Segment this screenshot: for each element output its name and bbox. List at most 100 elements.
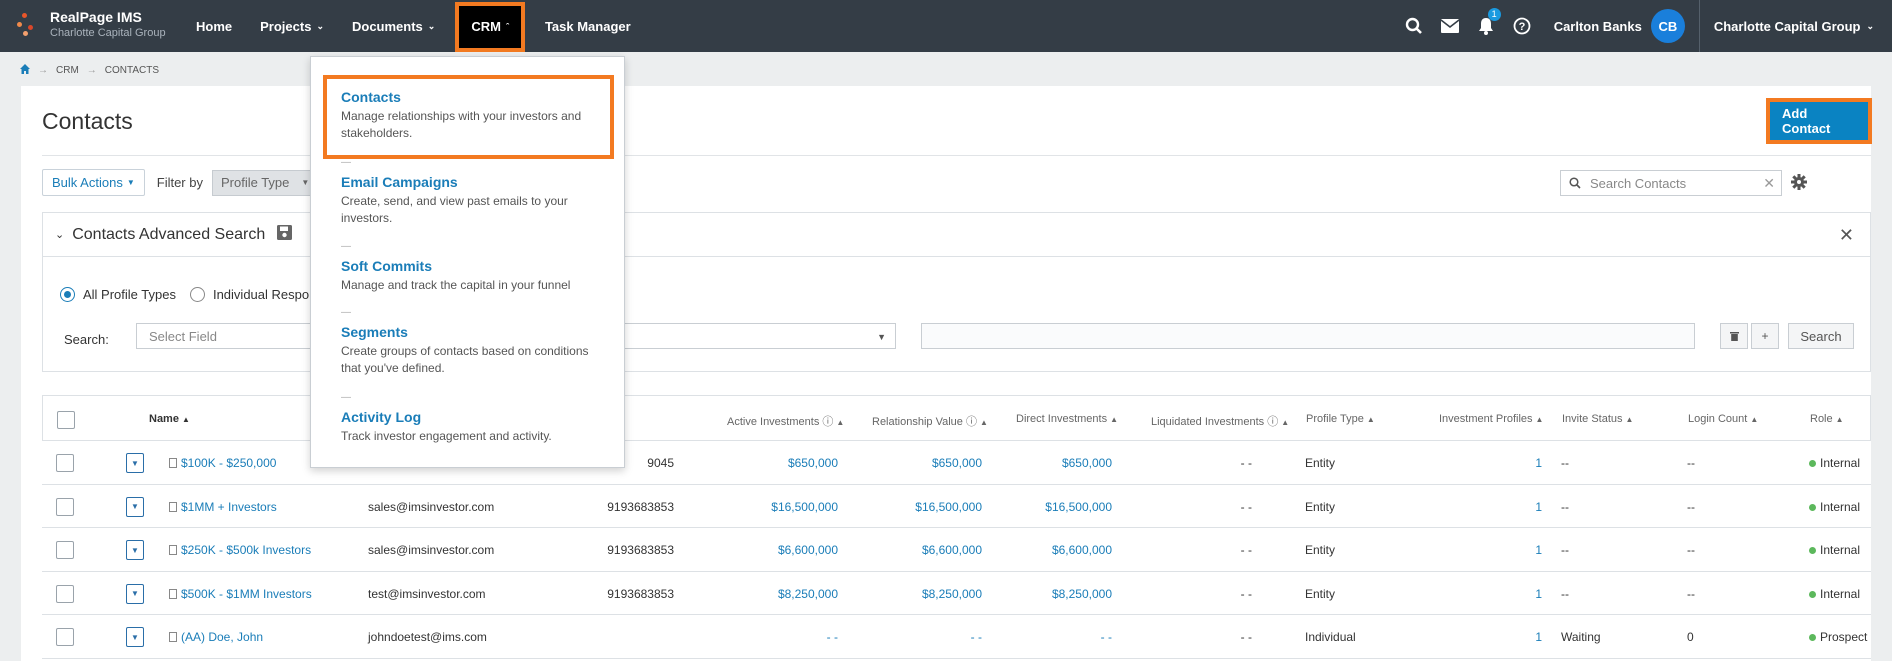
- nav-crm[interactable]: CRM ˆ: [455, 1, 525, 52]
- column-header-invite-status[interactable]: Invite Status ▲: [1562, 413, 1633, 425]
- profile-type-select[interactable]: Profile Type ▼: [211, 169, 319, 196]
- active-investments-cell[interactable]: $6,600,000: [722, 543, 838, 557]
- breadcrumb-crm[interactable]: CRM: [56, 65, 79, 76]
- table-row[interactable]: ▼ $1MM + Investors sales@imsinvestor.com 91…: [42, 485, 1871, 528]
- contact-name-link[interactable]: $500K - $1MM Investors: [181, 587, 312, 601]
- column-header-name[interactable]: Name ▲: [149, 413, 190, 425]
- menu-item-segments[interactable]: Segments Create groups of contacts based…: [341, 323, 611, 377]
- brand[interactable]: RealPage IMS Charlotte Capital Group: [50, 9, 166, 41]
- radio-all-profile-types[interactable]: [60, 287, 75, 302]
- role-label: Prospect: [1820, 630, 1868, 644]
- column-header-login-count[interactable]: Login Count ▲: [1688, 413, 1758, 425]
- column-name-label: Name: [149, 413, 179, 425]
- contact-name-link[interactable]: $1MM + Investors: [181, 500, 277, 514]
- table-row[interactable]: ▼ $250K - $500k Investors sales@imsinvesto…: [42, 528, 1871, 572]
- chevron-down-icon: ⌄: [55, 229, 65, 241]
- row-actions-button[interactable]: ▼: [126, 496, 144, 517]
- direct-investments-cell[interactable]: $16,500,000: [992, 500, 1112, 514]
- search-input[interactable]: Search Contacts ✕: [1560, 170, 1782, 196]
- advanced-search-button[interactable]: Search: [1788, 323, 1854, 349]
- bulk-actions-button[interactable]: Bulk Actions ▼: [42, 169, 145, 196]
- select-all-checkbox[interactable]: [57, 411, 75, 429]
- column-header-investment-profiles[interactable]: Investment Profiles ▲: [1439, 413, 1543, 425]
- realpage-logo-icon[interactable]: [17, 9, 44, 39]
- row-checkbox[interactable]: [56, 628, 74, 646]
- clear-icon[interactable]: ✕: [1763, 175, 1775, 192]
- contact-name-cell[interactable]: $1MM + Investors: [169, 500, 277, 514]
- contact-name-cell[interactable]: $500K - $1MM Investors: [169, 587, 312, 601]
- row-checkbox[interactable]: [56, 454, 74, 472]
- menu-item-contacts[interactable]: Contacts Manage relationships with your …: [341, 88, 611, 142]
- contact-name-link[interactable]: (AA) Doe, John: [181, 630, 263, 644]
- active-investments-cell[interactable]: - -: [722, 630, 838, 644]
- menu-item-activity-log[interactable]: Activity Log Track investor engagement a…: [341, 408, 611, 445]
- contact-name-link[interactable]: $100K - $250,000: [181, 456, 276, 470]
- column-header-active-investments[interactable]: Active Investments ⓘ ▲: [727, 413, 844, 429]
- row-checkbox[interactable]: [56, 584, 74, 603]
- person-icon: [169, 632, 177, 642]
- table-row[interactable]: ▼ (AA) Doe, John johndoetest@ims.com - - - -…: [42, 615, 1871, 659]
- relationship-value-cell[interactable]: $16,500,000: [862, 500, 982, 514]
- nav-projects[interactable]: Projects ⌄: [246, 0, 338, 52]
- close-icon[interactable]: ✕: [1839, 225, 1854, 246]
- table-row[interactable]: ▼ $500K - $1MM Investors test@imsinvestor.…: [42, 572, 1871, 615]
- row-actions-button[interactable]: ▼: [126, 627, 144, 647]
- delete-criteria-button[interactable]: [1720, 323, 1748, 349]
- direct-investments-cell[interactable]: $8,250,000: [992, 587, 1112, 601]
- radio-individual-label: Individual Respo: [212, 287, 310, 302]
- direct-investments-cell[interactable]: - -: [992, 630, 1112, 644]
- search-icon[interactable]: [1396, 17, 1432, 35]
- avatar[interactable]: CB: [1650, 9, 1685, 43]
- row-checkbox[interactable]: [56, 497, 74, 516]
- mail-icon[interactable]: [1432, 19, 1468, 33]
- column-header-profile-type[interactable]: Profile Type ▲: [1306, 413, 1375, 425]
- nav-task-manager[interactable]: Task Manager: [531, 0, 645, 52]
- contact-name-link[interactable]: $250K - $500k Investors: [181, 543, 311, 557]
- active-investments-cell[interactable]: $650,000: [722, 456, 838, 470]
- radio-individual[interactable]: [189, 287, 205, 302]
- row-actions-button[interactable]: ▼: [126, 583, 144, 604]
- row-actions-button[interactable]: ▼: [126, 453, 144, 473]
- chevron-down-icon: ▼: [126, 178, 135, 187]
- breadcrumb-contacts: CONTACTS: [104, 65, 160, 76]
- org-switcher[interactable]: Charlotte Capital Group ⌄: [1700, 19, 1892, 34]
- investment-profiles-cell[interactable]: 1: [1442, 500, 1542, 514]
- gear-icon[interactable]: [1791, 174, 1807, 193]
- column-header-role[interactable]: Role ▲: [1810, 413, 1844, 425]
- row-actions-button[interactable]: ▼: [126, 540, 144, 560]
- chevron-down-icon: ▼: [301, 178, 310, 187]
- investment-profiles-cell[interactable]: 1: [1442, 543, 1542, 557]
- relationship-value-cell[interactable]: $6,600,000: [862, 543, 982, 557]
- email-cell: johndoetest@ims.com: [368, 630, 487, 644]
- direct-investments-cell[interactable]: $6,600,000: [992, 543, 1112, 557]
- nav-documents[interactable]: Documents ⌄: [338, 0, 449, 52]
- investment-profiles-cell[interactable]: 1: [1442, 587, 1542, 601]
- profile-type-cell: Entity: [1305, 499, 1336, 514]
- relationship-value-cell[interactable]: $8,250,000: [862, 587, 982, 601]
- contact-name-cell[interactable]: $250K - $500k Investors: [169, 543, 311, 557]
- help-icon[interactable]: ?: [1504, 17, 1540, 35]
- investment-profiles-cell[interactable]: 1: [1442, 630, 1542, 644]
- column-header-direct-investments[interactable]: Direct Investments ▲: [1016, 413, 1118, 425]
- active-investments-cell[interactable]: $8,250,000: [722, 587, 838, 601]
- user-name[interactable]: Carlton Banks: [1554, 19, 1642, 34]
- save-icon[interactable]: [277, 224, 293, 245]
- column-header-liquidated-investments[interactable]: Liquidated Investments ⓘ ▲: [1151, 413, 1289, 429]
- menu-item-email-campaigns[interactable]: Email Campaigns Create, send, and view p…: [341, 173, 611, 227]
- add-contact-button[interactable]: Add Contact: [1770, 102, 1868, 140]
- contact-name-cell[interactable]: (AA) Doe, John: [169, 630, 263, 644]
- direct-investments-cell[interactable]: $650,000: [992, 456, 1112, 470]
- relationship-value-cell[interactable]: $650,000: [862, 456, 982, 470]
- menu-item-soft-commits[interactable]: Soft Commits Manage and track the capita…: [341, 257, 611, 294]
- bell-icon[interactable]: 1: [1468, 8, 1504, 35]
- home-icon[interactable]: [20, 64, 30, 77]
- column-header-relationship-value[interactable]: Relationship Value ⓘ ▲: [872, 413, 988, 429]
- contact-name-cell[interactable]: $100K - $250,000: [169, 456, 276, 470]
- relationship-value-cell[interactable]: - -: [862, 630, 982, 644]
- nav-home[interactable]: Home: [182, 0, 246, 52]
- search-value-input[interactable]: [921, 323, 1695, 349]
- active-investments-cell[interactable]: $16,500,000: [722, 500, 838, 514]
- investment-profiles-cell[interactable]: 1: [1442, 456, 1542, 470]
- row-checkbox[interactable]: [56, 541, 74, 559]
- add-criteria-button[interactable]: +: [1751, 323, 1779, 349]
